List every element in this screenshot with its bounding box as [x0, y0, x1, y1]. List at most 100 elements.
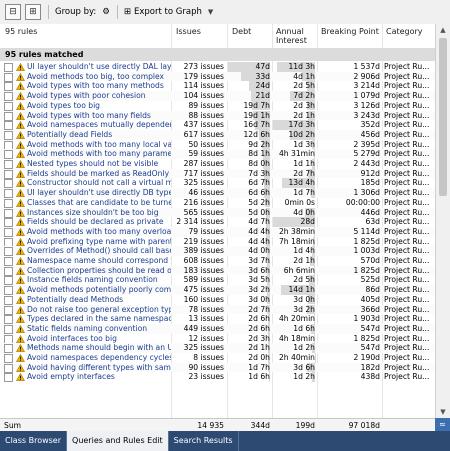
rule-row[interactable]: Avoid methods with too many parameters 59… — [0, 149, 435, 160]
rule-row[interactable]: Classes that are candidate to be turned … — [0, 197, 435, 208]
rule-category: Project Ru... — [384, 178, 430, 188]
rule-row[interactable]: Avoid namespaces mutually dependent 437 i… — [0, 120, 435, 131]
rule-checkbox[interactable] — [4, 150, 13, 160]
rule-row[interactable]: Methods name should begin with an Upper … — [0, 343, 435, 354]
collapse-icon[interactable]: ⊟ — [5, 4, 21, 20]
rule-checkbox[interactable] — [4, 344, 13, 354]
rule-row[interactable]: UI layer shouldn't use directly DB types… — [0, 188, 435, 199]
rule-checkbox[interactable] — [4, 218, 13, 228]
rule-row[interactable]: Avoid empty interfaces 23 issues 1d 6h 1d 2… — [0, 372, 435, 383]
rule-issues: 219 issues — [183, 236, 224, 246]
tab-queries-and-rules-edit[interactable]: Queries and Rules Edit — [67, 431, 169, 451]
rule-issues: 449 issues — [183, 323, 224, 333]
rule-checkbox[interactable] — [4, 179, 13, 189]
rule-row[interactable]: Fields should be declared as private 2 31… — [0, 217, 435, 228]
rule-checkbox[interactable] — [4, 63, 13, 72]
rule-interest: 2d 1h — [293, 256, 315, 265]
rule-checkbox[interactable] — [4, 111, 13, 121]
rule-checkbox[interactable] — [4, 82, 13, 92]
rule-row[interactable]: Namespace name should correspond to file… — [0, 256, 435, 266]
rule-checkbox[interactable] — [4, 130, 13, 140]
rule-row[interactable]: Avoid namespaces dependency cycles 8 issu… — [0, 353, 435, 363]
rule-row[interactable]: Avoid methods potentially poorly comment… — [0, 285, 435, 296]
rule-issues: 50 issues — [188, 139, 224, 149]
warning-icon — [16, 237, 25, 246]
rule-name: Constructor should not call a virtual me… — [27, 178, 171, 188]
group-by-control[interactable]: Group by: ⚙ — [55, 7, 110, 17]
rule-row[interactable]: Avoid methods with too many overloads 79 … — [0, 226, 435, 237]
export-to-graph-button[interactable]: ⊞ Export to Graph ▼ — [124, 7, 213, 17]
rule-checkbox[interactable] — [4, 169, 13, 179]
tab-search-results[interactable]: Search Results — [169, 431, 239, 451]
rule-checkbox[interactable] — [4, 237, 13, 247]
rule-checkbox[interactable] — [4, 227, 13, 237]
rule-row[interactable]: Types declared in the same namespace, sh… — [0, 314, 435, 325]
scroll-up-icon[interactable]: ▲ — [436, 24, 450, 36]
rule-row[interactable]: Nested types should not be visible 287 is… — [0, 159, 435, 169]
rule-row[interactable]: Avoid having different types with same n… — [0, 362, 435, 373]
rule-row[interactable]: Fields should be marked as ReadOnly when… — [0, 168, 435, 179]
rule-row[interactable]: Avoid types too big 89 issues 19d 7h 2d 3h 3… — [0, 100, 435, 111]
rule-row[interactable]: Constructor should not call a virtual me… — [0, 178, 435, 189]
rule-row[interactable]: Avoid interfaces too big 12 issues 2d 3h 4h… — [0, 333, 435, 344]
rule-checkbox[interactable] — [4, 92, 13, 102]
rule-row[interactable]: Instances size shouldn't be too big 565 i… — [0, 207, 435, 218]
rule-row[interactable]: Static fields naming convention 449 issue… — [0, 323, 435, 334]
rule-checkbox[interactable] — [4, 121, 13, 131]
tab-class-browser[interactable]: Class Browser — [0, 431, 68, 451]
rule-row[interactable]: Instance fields naming convention 589 iss… — [0, 275, 435, 286]
rule-row[interactable]: Avoid prefixing type name with parent na… — [0, 236, 435, 247]
gear-icon[interactable]: ⚙ — [102, 7, 110, 17]
rule-row[interactable]: Potentially dead Methods 160 issues 3d 0h 3… — [0, 294, 435, 305]
expand-icon[interactable]: ⊞ — [25, 4, 41, 20]
rule-checkbox[interactable] — [4, 373, 13, 383]
rule-row[interactable]: Potentially dead Fields 617 issues 12d 6h 1… — [0, 129, 435, 140]
rule-category: Project Ru... — [384, 343, 430, 353]
rule-row[interactable]: Avoid types with poor cohesion 104 issues… — [0, 91, 435, 102]
rule-row[interactable]: Do not raise too general exception types… — [0, 304, 435, 315]
rule-checkbox[interactable] — [4, 189, 13, 199]
rule-checkbox[interactable] — [4, 101, 13, 111]
rule-checkbox[interactable] — [4, 354, 13, 363]
rule-row[interactable]: Overrides of Method() should call base.M… — [0, 246, 435, 257]
scrollbar-thumb[interactable] — [439, 38, 447, 196]
collapse-sum-icon[interactable]: ≈ — [435, 418, 450, 431]
rule-checkbox[interactable] — [4, 257, 13, 266]
rule-checkbox[interactable] — [4, 266, 13, 276]
rule-checkbox[interactable] — [4, 324, 13, 334]
col-interest-line1[interactable]: Annual — [276, 27, 304, 36]
col-interest-line2[interactable]: Interest — [276, 36, 307, 45]
rule-row[interactable]: Collection properties should be read onl… — [0, 265, 435, 276]
rule-checkbox[interactable] — [4, 208, 13, 218]
rule-row[interactable]: UI layer shouldn't use directly DAL laye… — [0, 62, 435, 72]
rules-count[interactable]: 95 rules — [5, 27, 37, 36]
rule-checkbox[interactable] — [4, 305, 13, 315]
rule-checkbox[interactable] — [4, 363, 13, 373]
rule-checkbox[interactable] — [4, 198, 13, 208]
rule-issues: 389 issues — [183, 246, 224, 256]
col-debt[interactable]: Debt — [232, 27, 251, 36]
rule-breaking-point: 2 190d — [353, 353, 380, 362]
rule-checkbox[interactable] — [4, 160, 13, 169]
group-header[interactable]: 95 rules matched — [0, 48, 435, 61]
rule-interest: 3d 2h — [293, 304, 315, 314]
rule-row[interactable]: Avoid methods with too many local variab… — [0, 139, 435, 150]
rule-row[interactable]: Avoid types with too many fields 88 issue… — [0, 110, 435, 121]
chevron-down-icon[interactable]: ▼ — [208, 8, 213, 16]
col-breaking-point[interactable]: Breaking Point — [321, 27, 379, 36]
rule-checkbox[interactable] — [4, 140, 13, 150]
vertical-scrollbar[interactable]: ▲ ▼ — [435, 24, 450, 418]
rule-checkbox[interactable] — [4, 276, 13, 286]
col-category[interactable]: Category — [386, 27, 423, 36]
scroll-down-icon[interactable]: ▼ — [436, 406, 450, 418]
rule-checkbox[interactable] — [4, 72, 13, 82]
rule-checkbox[interactable] — [4, 247, 13, 257]
rule-row[interactable]: Avoid methods too big, too complex 179 is… — [0, 71, 435, 82]
rule-checkbox[interactable] — [4, 315, 13, 325]
rule-checkbox[interactable] — [4, 286, 13, 296]
rule-checkbox[interactable] — [4, 334, 13, 344]
col-issues[interactable]: Issues — [176, 27, 201, 36]
rule-row[interactable]: Avoid types with too many methods 114 iss… — [0, 81, 435, 92]
rule-checkbox[interactable] — [4, 295, 13, 305]
rule-category: Project Ru... — [384, 294, 430, 304]
